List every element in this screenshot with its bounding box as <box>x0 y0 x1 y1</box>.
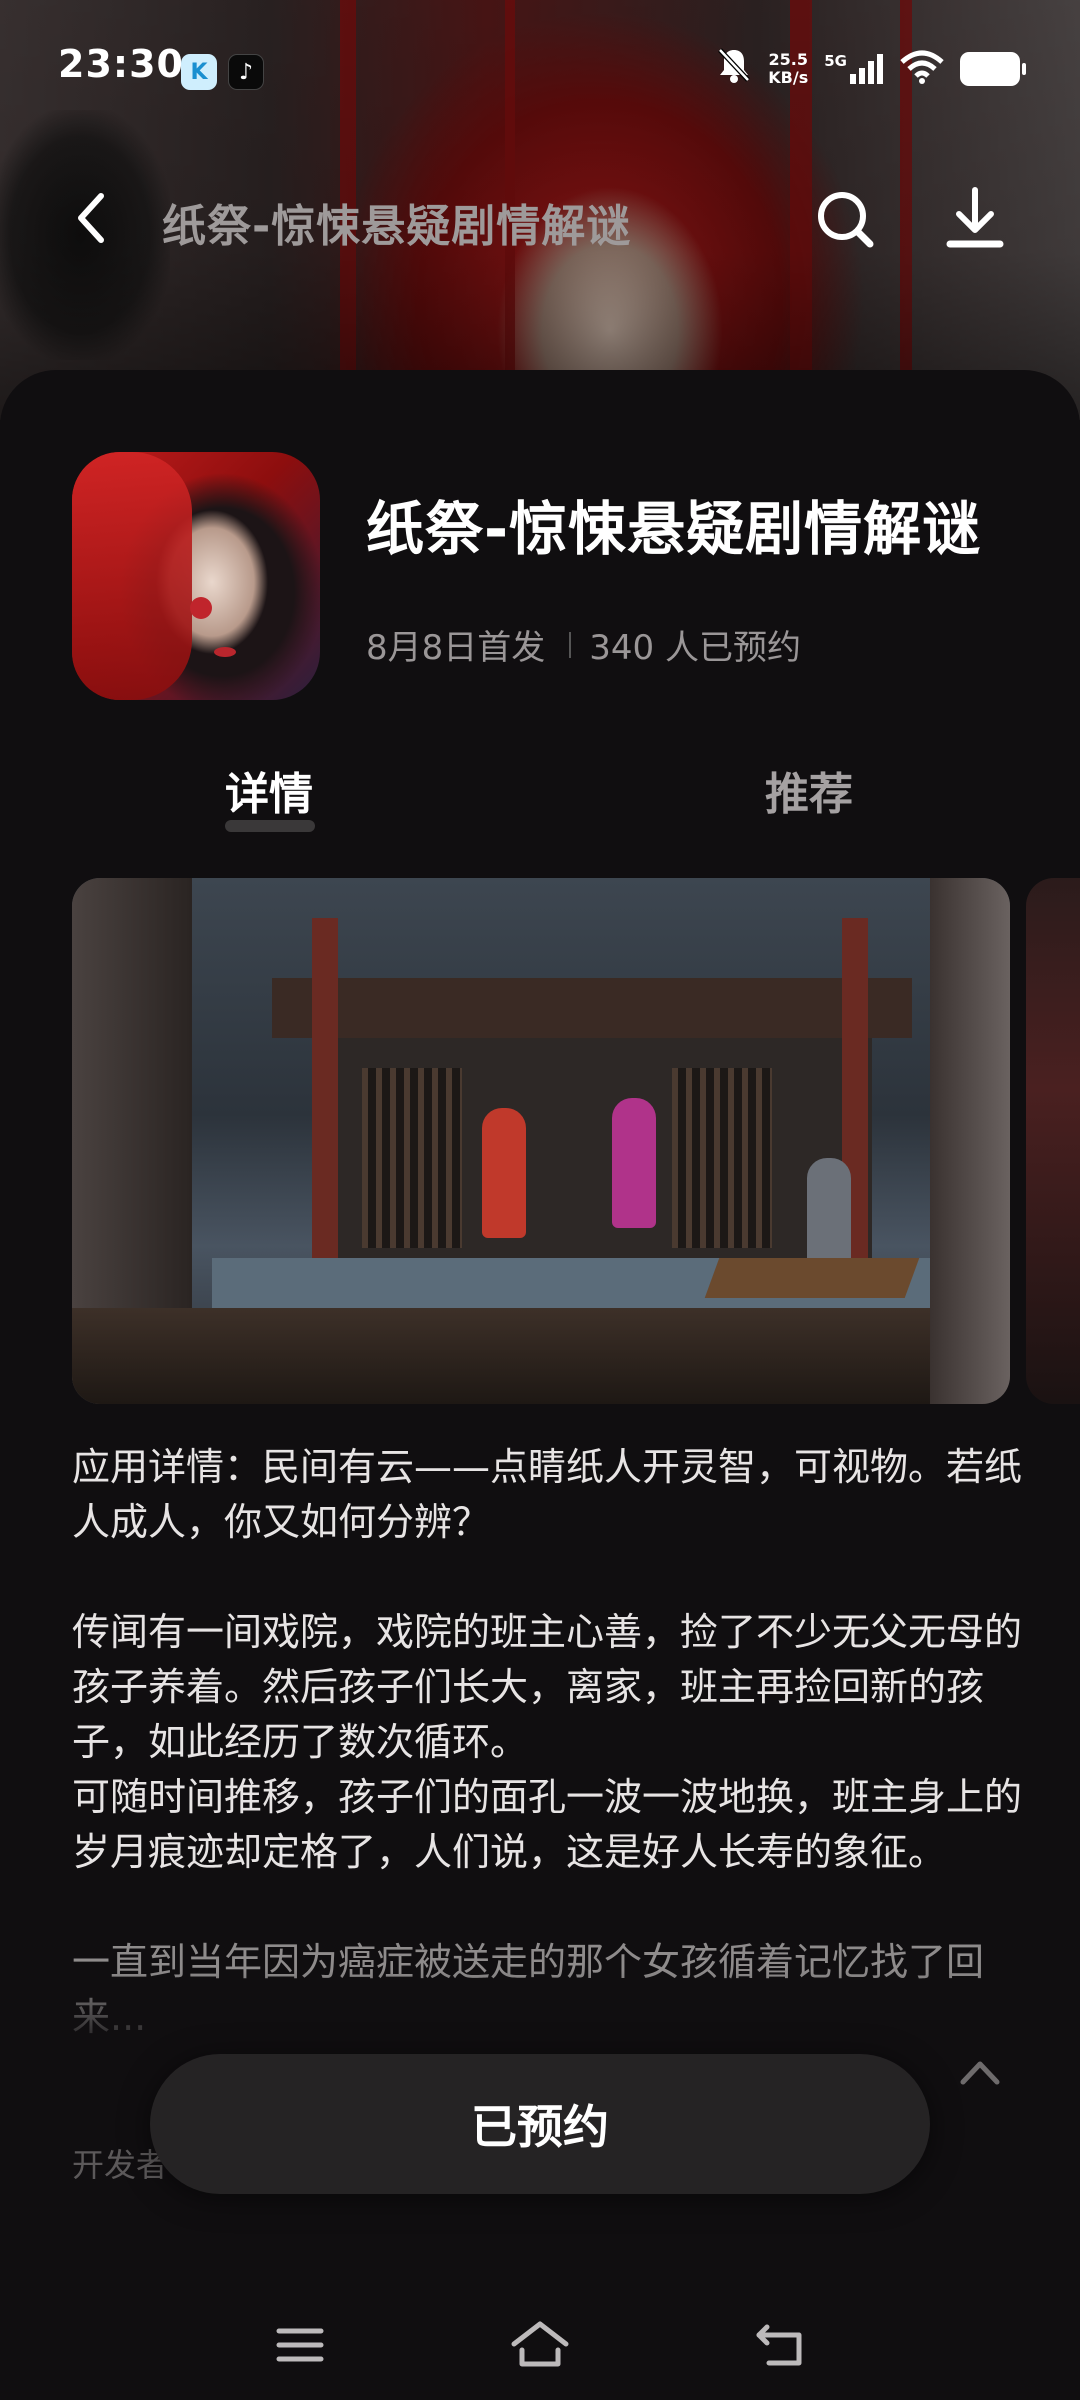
game-screenshot[interactable] <box>72 878 1010 1404</box>
chevron-up-icon <box>960 2061 1000 2085</box>
system-nav-bar <box>0 2290 1080 2400</box>
status-time: 23:30 <box>58 42 184 86</box>
app-icon <box>72 452 320 700</box>
meta-divider <box>569 631 572 658</box>
signal-icon: 5G <box>824 54 884 84</box>
back-nav-icon <box>756 2324 802 2366</box>
status-bar: 23:30 K ♪ 25.5 KB/s 5G <box>0 0 1080 140</box>
tab-detail[interactable]: 详情 <box>225 758 313 822</box>
release-date: 8月8日首发 <box>366 628 546 668</box>
reservation-count: 340 人已预约 <box>589 628 801 668</box>
nav-title: 纸祭-惊悚悬疑剧情解谜 <box>162 201 632 252</box>
search-button[interactable] <box>810 184 880 254</box>
back-nav-button[interactable] <box>745 2310 815 2380</box>
description-paragraph: 可随时间推移，孩子们的面孔一波一波地换，班主身上的岁月痕迹却定格了，人们说，这是… <box>72 1775 1023 1874</box>
tab-indicator <box>225 820 315 832</box>
app-notification-icon: K <box>181 54 217 90</box>
app-meta: 8月8日首发 340 人已预约 <box>366 620 801 669</box>
description-paragraph: 应用详情：民间有云——点睛纸人开灵智，可视物。若纸人成人，你又如何分辨？ <box>72 1445 1023 1544</box>
search-icon <box>818 192 874 248</box>
download-icon <box>946 187 1004 248</box>
home-icon <box>511 2321 569 2367</box>
tiktok-notification-icon: ♪ <box>228 54 264 90</box>
tab-recommend[interactable]: 推荐 <box>765 758 853 822</box>
download-button[interactable] <box>940 184 1010 254</box>
reserved-button[interactable]: 已预约 <box>150 2054 930 2194</box>
menu-icon <box>276 2328 324 2362</box>
top-nav-bar: 纸祭-惊悚悬疑剧情解谜 <box>0 170 1080 270</box>
bell-off-icon <box>716 46 752 92</box>
app-detail-screen: 23:30 K ♪ 25.5 KB/s 5G 纸祭-惊悚悬疑剧情解谜 纸祭-惊悚… <box>0 0 1080 2400</box>
back-icon <box>78 193 104 243</box>
next-screenshot-peek[interactable] <box>1026 878 1080 1404</box>
net-speed: 25.5 KB/s <box>768 50 809 87</box>
description-paragraph: 传闻有一间戏院，戏院的班主心善，捡了不少无父无母的孩子养着。然后孩子们长大，离家… <box>72 1610 1023 1764</box>
battery-icon <box>960 52 1026 86</box>
expand-description-button[interactable] <box>955 2052 1005 2092</box>
status-icons: 25.5 KB/s 5G <box>716 46 1026 92</box>
home-button[interactable] <box>505 2310 575 2380</box>
app-description: 应用详情：民间有云——点睛纸人开灵智，可视物。若纸人成人，你又如何分辨？ 传闻有… <box>72 1440 1022 2045</box>
menu-button[interactable] <box>265 2310 335 2380</box>
wifi-icon <box>900 50 944 88</box>
back-button[interactable] <box>60 188 120 248</box>
app-name: 纸祭-惊悚悬疑剧情解谜 <box>366 495 982 563</box>
